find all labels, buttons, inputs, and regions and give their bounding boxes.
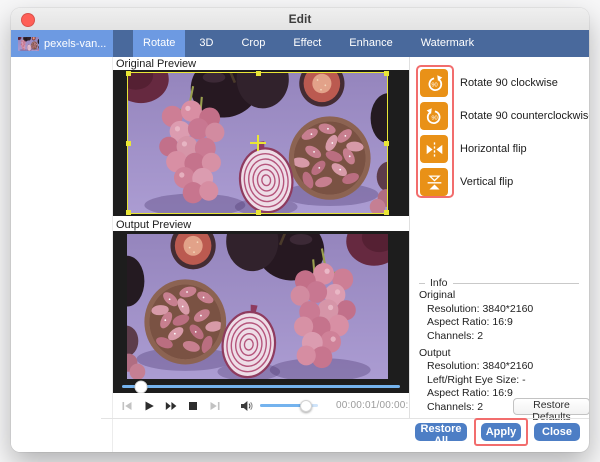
volume-icon[interactable] [239, 399, 253, 413]
divider [101, 418, 589, 419]
vertical-flip-label: Vertical flip [460, 176, 513, 188]
right-panel: 90 Rotate 90 clockwise 90 Rotate 90 coun… [409, 57, 589, 418]
crop-handle-s[interactable] [256, 210, 261, 215]
rotate-90-counterclockwise-row: 90 Rotate 90 counterclockwise [420, 102, 589, 130]
vertical-flip-icon [425, 173, 444, 192]
transport-controls [121, 400, 221, 412]
volume-thumb[interactable] [300, 400, 312, 412]
playback-bar: 00:00:01/00:00:17 [113, 393, 409, 418]
crop-handle-nw[interactable] [126, 71, 131, 76]
rotate-90-clockwise-row: 90 Rotate 90 clockwise [420, 69, 589, 97]
crop-handle-ne[interactable] [384, 71, 389, 76]
apply-button[interactable]: Apply [481, 423, 521, 441]
sidebar-item-label: pexels-van... [44, 38, 106, 50]
crop-handle-w[interactable] [126, 141, 131, 146]
file-list-sidebar [11, 57, 113, 452]
tab-bar: pexels-van... Rotate 3D Crop Effect Enha… [11, 30, 589, 57]
volume-control [239, 399, 318, 413]
info-row: Channels: 2 [419, 330, 579, 342]
stop-icon[interactable] [187, 400, 199, 412]
rotate-90-clockwise-button[interactable]: 90 [420, 69, 448, 97]
seek-bar[interactable] [122, 385, 400, 388]
rotate-tools: 90 Rotate 90 clockwise 90 Rotate 90 coun… [420, 69, 589, 201]
rotate-clockwise-icon: 90 [425, 74, 444, 93]
tab-watermark[interactable]: Watermark [407, 30, 488, 57]
close-button[interactable]: Close [534, 423, 580, 441]
tab-rotate[interactable]: Rotate [133, 30, 185, 57]
tabs: Rotate 3D Crop Effect Enhance Watermark [133, 30, 488, 57]
tab-effect[interactable]: Effect [279, 30, 335, 57]
horizontal-flip-button[interactable] [420, 135, 448, 163]
restore-all-button[interactable]: Restore All [415, 423, 467, 441]
horizontal-flip-icon [425, 140, 444, 159]
seek-thumb[interactable] [135, 380, 148, 393]
crop-handle-e[interactable] [384, 141, 389, 146]
edit-window: Edit pexels-van... Rotate 3D Crop Effect… [11, 8, 589, 452]
time-display: 00:00:01/00:00:17 [336, 400, 420, 411]
crop-center-crosshair-icon [257, 135, 259, 151]
svg-text:90: 90 [431, 115, 437, 121]
next-frame-icon[interactable] [209, 400, 221, 412]
svg-text:90: 90 [431, 82, 437, 88]
crop-region[interactable] [127, 72, 388, 214]
rotate-90-counterclockwise-button[interactable]: 90 [420, 102, 448, 130]
rotate-90-clockwise-label: Rotate 90 clockwise [460, 77, 558, 89]
tab-3d[interactable]: 3D [185, 30, 227, 57]
info-row: Resolution: 3840*2160 [419, 303, 579, 315]
window-title: Edit [11, 8, 589, 30]
output-preview-image [127, 234, 388, 379]
info-row: Left/Right Eye Size: - [419, 374, 579, 386]
info-output-heading: Output [419, 347, 579, 359]
file-thumbnail [18, 37, 39, 51]
previous-frame-icon[interactable] [121, 400, 133, 412]
rotate-counterclockwise-icon: 90 [425, 107, 444, 126]
tab-enhance[interactable]: Enhance [335, 30, 406, 57]
sidebar-item-selected[interactable]: pexels-van... [11, 30, 113, 57]
title-bar: Edit [11, 8, 589, 31]
tab-crop[interactable]: Crop [227, 30, 279, 57]
output-preview-label: Output Preview [116, 219, 191, 231]
output-preview-panel [113, 231, 409, 393]
info-group: Info Original Resolution: 3840*2160 Aspe… [419, 283, 579, 413]
rotate-90-counterclockwise-label: Rotate 90 counterclockwise [460, 110, 589, 122]
info-legend: Info [425, 277, 453, 289]
vertical-flip-button[interactable] [420, 168, 448, 196]
horizontal-flip-label: Horizontal flip [460, 143, 527, 155]
fast-forward-icon[interactable] [165, 400, 177, 412]
original-preview-label: Original Preview [116, 58, 196, 70]
restore-defaults-button[interactable]: Restore Defaults [513, 398, 589, 415]
original-preview-panel [113, 70, 409, 216]
crop-handle-n[interactable] [256, 71, 261, 76]
vertical-flip-row: Vertical flip [420, 168, 589, 196]
crop-handle-sw[interactable] [126, 210, 131, 215]
crop-handle-se[interactable] [384, 210, 389, 215]
info-row: Resolution: 3840*2160 [419, 360, 579, 372]
info-original-heading: Original [419, 289, 579, 301]
info-row: Aspect Ratio: 16:9 [419, 316, 579, 328]
volume-slider[interactable] [260, 404, 318, 407]
play-icon[interactable] [143, 400, 155, 412]
horizontal-flip-row: Horizontal flip [420, 135, 589, 163]
